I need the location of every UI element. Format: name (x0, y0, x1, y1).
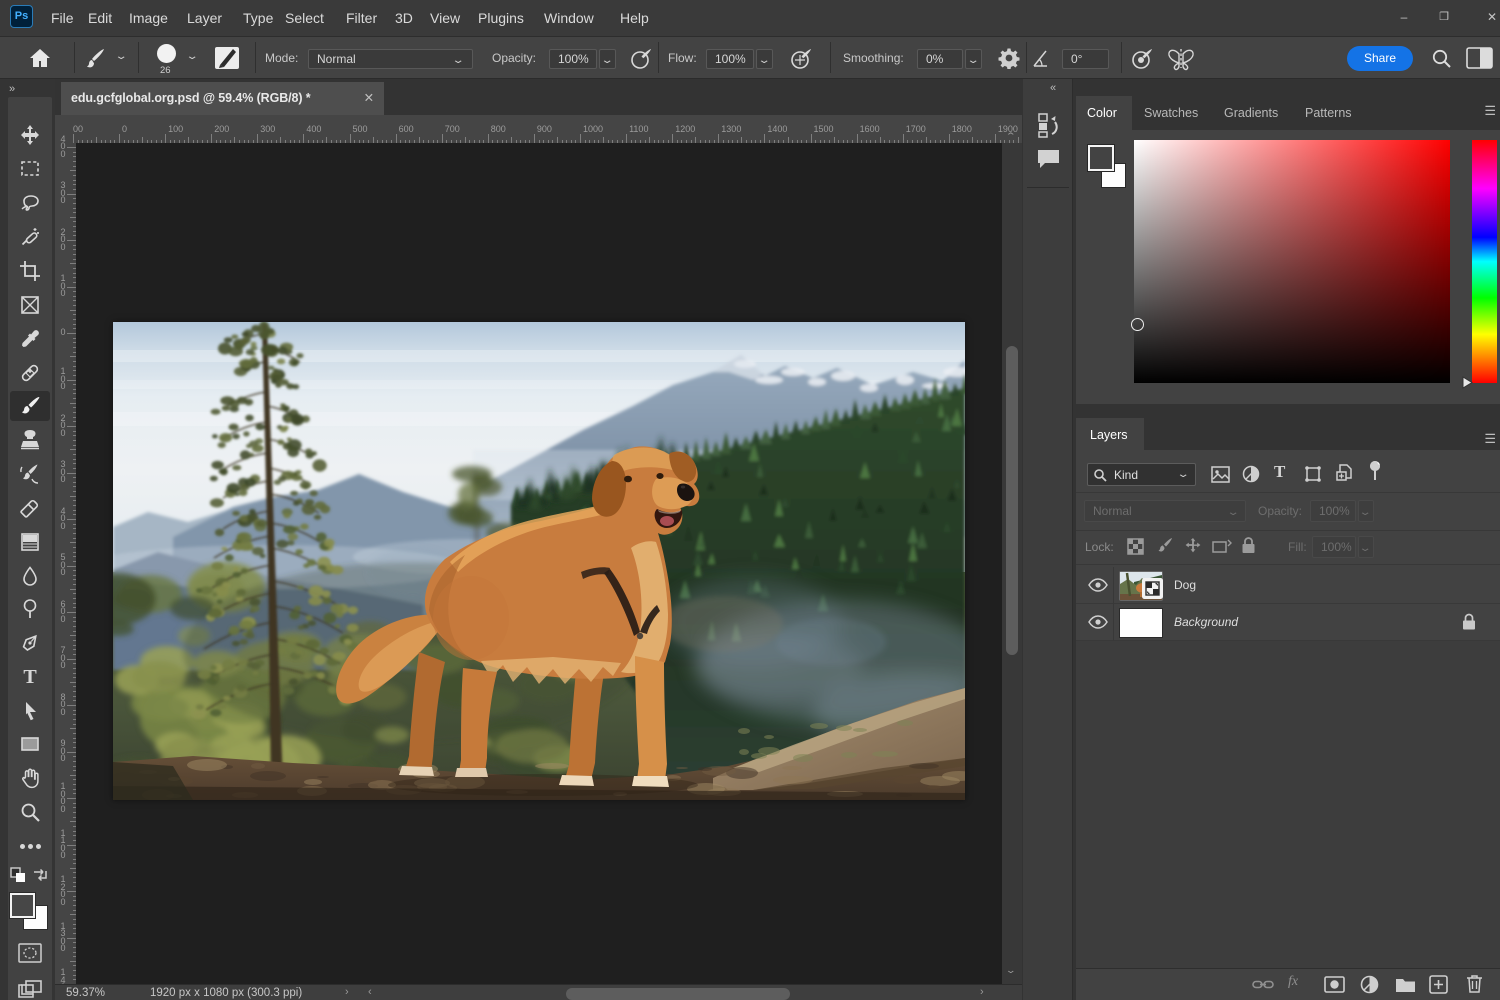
svg-text:T: T (23, 666, 37, 688)
